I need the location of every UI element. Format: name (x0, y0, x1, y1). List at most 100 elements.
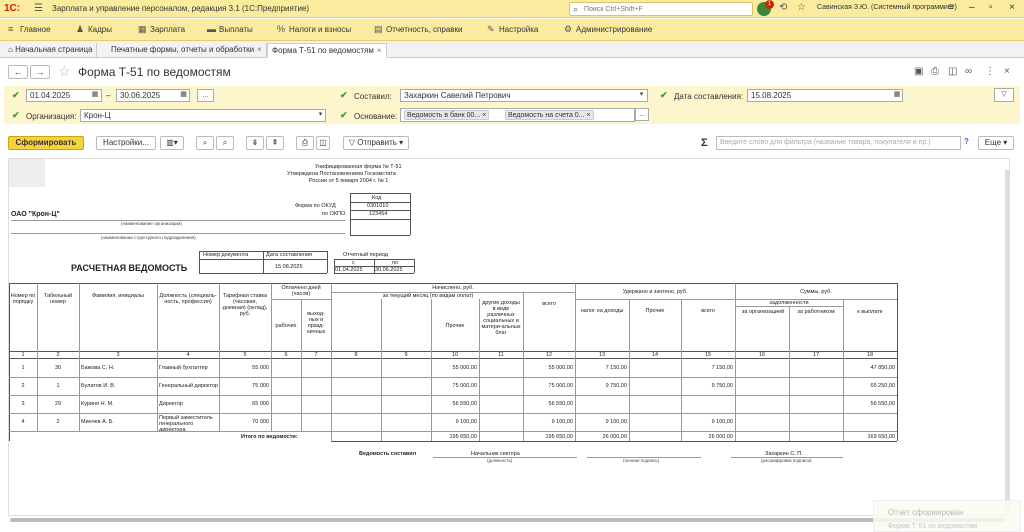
send-button[interactable]: ▽ Отправить ▾ (343, 136, 409, 150)
cell-pos: Генеральный директор (159, 383, 218, 389)
variants-button[interactable]: ▥▾ (160, 136, 184, 150)
print-icon[interactable]: ⎙ (296, 136, 314, 150)
settings-button[interactable]: Настройки... (96, 136, 156, 150)
col-header: Тарифная ставка (часовая, дневная) (окла… (222, 293, 268, 317)
preview-icon[interactable]: ◫ (316, 136, 330, 150)
column-number: 15 (704, 352, 712, 358)
cell-n: 2 (21, 383, 25, 389)
period-checkbox[interactable]: ✔ (12, 91, 21, 100)
menu-item-settings[interactable]: ✎ Настройка (487, 24, 538, 35)
col-header: за работником (797, 309, 835, 315)
save-icon[interactable]: ▣ (914, 66, 923, 77)
menu-item-main[interactable]: ≡ Главное (8, 24, 51, 34)
menu-item-hr[interactable]: ♟ Кадры (76, 24, 112, 35)
basis-tag[interactable]: Ведомость на счета 0... × (505, 110, 594, 120)
calendar-icon[interactable]: ▦ (891, 89, 903, 102)
collapse-groups-icon[interactable]: ⇞ (266, 136, 284, 150)
search-icon[interactable]: ⌕ (196, 136, 214, 150)
tab-t51[interactable]: Форма Т-51 по ведомостям × (267, 43, 387, 58)
basis-field[interactable]: Ведомость в банк 00... × Ведомость на сч… (400, 108, 635, 122)
cell-pay: 65 250,00 (870, 383, 895, 389)
column-number: 6 (284, 352, 288, 358)
basis-tag[interactable]: Ведомость в банк 00... × (404, 110, 490, 120)
forward-arrow-icon[interactable]: → (30, 65, 50, 79)
column-number: 12 (545, 352, 553, 358)
col-header: всего (542, 301, 556, 307)
global-search-input[interactable] (584, 4, 749, 15)
report-document: Унифицированная форма № Т-51 Утверждена … (8, 158, 1010, 516)
dropdown-arrow-icon[interactable]: ▾ (636, 89, 647, 102)
maximize-icon[interactable]: ▫ (989, 2, 993, 13)
cell-total: 75 000,00 (548, 383, 573, 389)
notification-popup[interactable]: Отчет сформирован Форма Т-51 по ведомост… (873, 500, 1021, 532)
vertical-scrollbar[interactable] (1005, 170, 1009, 510)
basis-label: Основание: (354, 112, 398, 121)
close-icon[interactable]: × (1009, 2, 1015, 13)
period-select-button[interactable]: ... (197, 89, 214, 102)
filter-funnel-icon[interactable]: ▽ (994, 88, 1014, 102)
tab-home[interactable]: ⌂ Начальная страница (4, 43, 98, 58)
composer-field[interactable]: Захаркин Савелий Петрович (400, 89, 648, 102)
variants-icon: ▥▾ (166, 138, 178, 147)
col-header: за текущий месяц (по видам оплат) (382, 293, 474, 299)
help-icon[interactable]: ? (964, 137, 969, 146)
calendar-icon[interactable]: ▦ (88, 89, 102, 102)
close-form-icon[interactable]: × (1004, 66, 1010, 77)
more-actions-icon[interactable]: ⋮ (985, 66, 995, 77)
close-tab-icon[interactable]: × (257, 45, 262, 54)
basis-checkbox[interactable]: ✔ (340, 111, 349, 120)
dropdown-arrow-icon[interactable]: ▾ (315, 109, 326, 122)
back-arrow-icon[interactable]: ← (8, 65, 28, 79)
settings-menu-icon[interactable]: ≡ (948, 2, 954, 13)
menu-item-admin[interactable]: ⚙ Администрирование (564, 24, 652, 35)
menu-item-salary[interactable]: ▦ Зарплата (138, 24, 185, 35)
col-header: задолженности (769, 300, 809, 306)
org-caption: (наименование организации) (121, 221, 182, 226)
link-icon[interactable]: ∞ (965, 66, 972, 77)
cell-rate: 75 000 (252, 383, 269, 389)
more-button[interactable]: Еще ▾ (978, 136, 1014, 150)
table-row: 2 1 Булатов И. В. Генеральный директор 75 00… (9, 377, 897, 396)
close-tab-icon[interactable]: × (377, 46, 382, 55)
search-next-icon[interactable]: ⌕ (216, 136, 234, 150)
menu-item-reports[interactable]: ▤ Отчетность, справки (374, 24, 463, 35)
preview-icon[interactable]: ◫ (948, 66, 957, 77)
date-checkbox[interactable]: ✔ (660, 91, 669, 100)
org-checkbox[interactable]: ✔ (12, 111, 21, 120)
calendar-icon[interactable]: ▦ (177, 89, 190, 102)
generate-button[interactable]: Сформировать (8, 136, 84, 150)
app-menu-icon[interactable]: ☰ (34, 3, 43, 14)
okpo-value: 123454 (369, 211, 388, 217)
table-row: 3 29 Куриня Н. М. Директор 65 000 56 550,00 56… (9, 395, 897, 414)
cell-other: 56 550,00 (452, 401, 477, 407)
wallet-icon: ▬ (207, 24, 216, 34)
global-search[interactable]: ⌕ (569, 2, 753, 16)
favorites-star-icon[interactable]: ☆ (797, 2, 806, 13)
favorite-star-icon[interactable]: ☆ (58, 63, 71, 80)
horizontal-scrollbar[interactable] (10, 518, 1006, 522)
org-field[interactable]: Крон-Ц (80, 109, 326, 122)
menu-item-taxes[interactable]: % Налоги и взносы (277, 24, 351, 34)
okud-value: 0301010 (367, 203, 389, 209)
totals-label: Итого по ведомости: (241, 434, 298, 440)
cell-wtotal: 7 150,00 (711, 365, 733, 371)
expand-groups-icon[interactable]: ⇟ (246, 136, 264, 150)
basis-select-button[interactable]: ... (635, 108, 649, 121)
composer-checkbox[interactable]: ✔ (340, 91, 349, 100)
col-header: к выплате (857, 309, 883, 315)
app-logo: 1С: (4, 3, 21, 14)
cell-total: 56 550,00 (548, 401, 573, 407)
cell-name: Минчев А. Б. (81, 419, 114, 425)
history-icon[interactable]: ⟲ (779, 2, 787, 13)
tab-print-forms[interactable]: Печатные формы, отчеты и обработки × (107, 43, 267, 58)
sum-icon[interactable]: Σ (701, 137, 708, 149)
cell-rate: 55 000 (252, 365, 269, 371)
date-field[interactable]: 15.08.2025 (747, 89, 903, 102)
menu-item-payments[interactable]: ▬ Выплаты (207, 24, 253, 34)
minimize-icon[interactable]: – (969, 2, 975, 13)
report-filter-input[interactable]: Введите слово для фильтра (название това… (716, 136, 961, 150)
print-icon[interactable]: ⎙ (931, 66, 939, 77)
column-number: 10 (451, 352, 459, 358)
current-user[interactable]: Савинская З.Ю. (Системный программист) (817, 4, 957, 11)
params-panel: ✔ 01.04.2025 ▦ – 30.06.2025 ▦ ... ✔ Орга… (4, 86, 1020, 124)
